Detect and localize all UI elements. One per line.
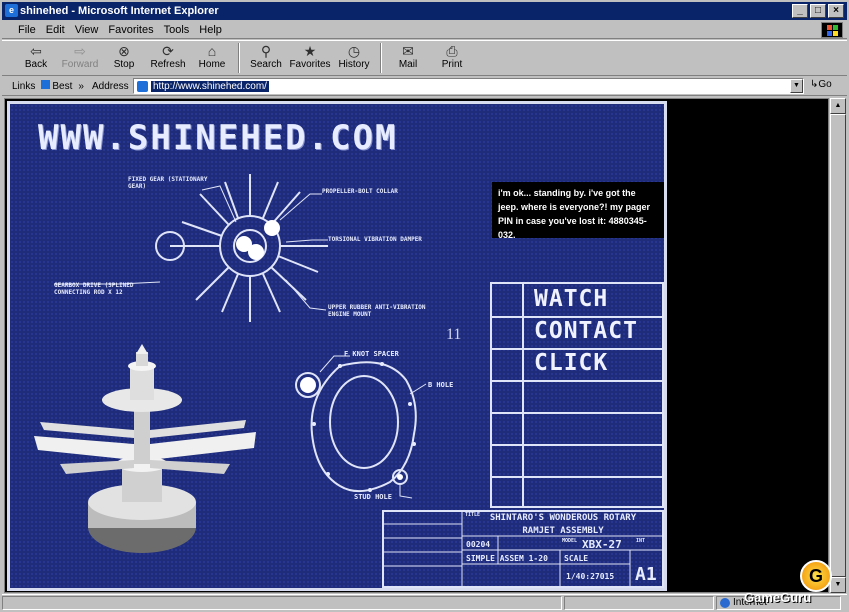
print-button[interactable]: ⎙ Print	[430, 41, 474, 75]
navigation-grid: WATCH CONTACT CLICK	[490, 282, 664, 508]
forward-arrow-icon: ⇨	[74, 43, 86, 59]
address-url[interactable]: http://www.shinehed.com/	[151, 80, 269, 92]
page-icon	[137, 80, 148, 92]
search-icon: ⚲	[260, 43, 272, 59]
favorites-button[interactable]: ★ Favorites	[288, 41, 332, 75]
links-bar: Links Best »	[2, 80, 88, 92]
address-dropdown-button[interactable]: ▼	[790, 79, 803, 93]
label-f-knot: F KNOT SPACER	[344, 350, 399, 358]
label-fixed-gear: FIXED GEAR (STATIONARY GEAR)	[128, 176, 208, 190]
refresh-icon: ⟳	[162, 43, 174, 59]
back-arrow-icon: ⇦	[30, 43, 42, 59]
nav-contact[interactable]: CONTACT	[534, 318, 638, 344]
blueprint-page: WWW.SHINEHED.COM FIXED GEAR (STATIONARY …	[7, 101, 667, 591]
window-title: shinehed - Microsoft Internet Explorer	[20, 5, 219, 17]
stop-button[interactable]: ⊗ Stop	[102, 41, 146, 75]
title-block-scale-label: SCALE	[564, 554, 589, 563]
menu-view[interactable]: View	[75, 24, 99, 36]
title-block-rev: INT	[636, 538, 646, 544]
toolbar-separator	[238, 43, 240, 73]
grid-line	[492, 444, 662, 446]
gameguru-watermark: GameGuru	[744, 590, 812, 605]
title-block-model-label: MODEL	[562, 538, 578, 544]
grid-line	[492, 412, 662, 414]
menu-edit[interactable]: Edit	[46, 24, 65, 36]
scroll-up-button[interactable]: ▲	[830, 98, 846, 114]
stop-icon: ⊗	[118, 43, 130, 59]
page-viewport: WWW.SHINEHED.COM FIXED GEAR (STATIONARY …	[4, 98, 829, 593]
minimize-button[interactable]: _	[792, 4, 808, 18]
gameguru-logo-icon: G	[800, 560, 832, 592]
go-button[interactable]: ↳Go	[810, 79, 832, 90]
history-button[interactable]: ◷ History	[332, 41, 376, 75]
address-input[interactable]: http://www.shinehed.com/ ▼	[133, 78, 804, 94]
history-icon: ◷	[347, 43, 361, 59]
grid-line	[492, 380, 662, 382]
title-block-sheet: A1	[635, 564, 657, 585]
page-number-label: 11	[446, 326, 462, 343]
menu-help[interactable]: Help	[199, 24, 222, 36]
label-b-hole: B HOLE	[428, 381, 454, 389]
toolbar-separator	[380, 43, 382, 73]
links-more[interactable]: »	[78, 81, 84, 92]
label-gearbox: GEARBOX DRIVE (SPLINED CONNECTING ROD X …	[54, 282, 134, 296]
links-label[interactable]: Links	[12, 81, 35, 92]
scroll-down-button[interactable]: ▼	[830, 577, 846, 593]
title-block-title-label: TITLE	[465, 512, 481, 518]
refresh-button[interactable]: ⟳ Refresh	[146, 41, 190, 75]
menu-favorites[interactable]: Favorites	[108, 24, 153, 36]
address-label: Address	[92, 80, 129, 92]
status-text	[2, 595, 562, 610]
menu-bar: File Edit View Favorites Tools Help	[2, 21, 847, 39]
mail-button[interactable]: ✉ Mail	[386, 41, 430, 75]
internet-globe-icon	[720, 597, 730, 608]
title-block-title: SHINTARO'S WONDEROUS ROTARY RAMJET ASSEM…	[489, 513, 637, 536]
windows-logo-icon	[821, 22, 843, 38]
ie-icon: e	[5, 4, 18, 17]
menu-tools[interactable]: Tools	[164, 24, 190, 36]
title-block-assembly: SIMPLE ASSEM 1-20	[466, 554, 548, 563]
status-message: i'm ok... standing by. i've got the jeep…	[492, 182, 664, 240]
grid-line	[492, 476, 662, 478]
engine-illustration	[34, 344, 256, 553]
favorites-icon: ★	[303, 43, 317, 59]
home-button[interactable]: ⌂ Home	[190, 41, 234, 75]
title-block-model: XBX-27	[582, 538, 622, 551]
page-icon	[41, 80, 51, 89]
back-button[interactable]: ⇦ Back	[14, 41, 58, 75]
print-icon: ⎙	[446, 43, 458, 59]
home-icon: ⌂	[207, 43, 217, 59]
status-bar: Internet	[2, 594, 847, 610]
title-block-scale: 1/40:27015	[566, 572, 615, 581]
title-bar: e shinehed - Microsoft Internet Explorer…	[2, 2, 847, 20]
search-button[interactable]: ⚲ Search	[244, 41, 288, 75]
close-button[interactable]: ×	[828, 4, 844, 18]
label-stud-hole: STUD HOLE	[354, 493, 392, 501]
label-upper-rubber: UPPER RUBBER ANTI-VIBRATION ENGINE MOUNT	[328, 304, 426, 318]
label-propeller: PROPELLER-BOLT COLLAR	[322, 188, 398, 195]
mail-icon: ✉	[402, 43, 414, 59]
menu-file[interactable]: File	[18, 24, 36, 36]
browser-window: e shinehed - Microsoft Internet Explorer…	[0, 0, 849, 612]
scroll-thumb[interactable]	[830, 114, 846, 577]
vertical-scrollbar[interactable]: ▲ ▼	[830, 98, 846, 593]
address-bar: Links Best » Address http://www.shinehed…	[2, 77, 847, 96]
nav-watch[interactable]: WATCH	[534, 286, 608, 312]
maximize-button[interactable]: □	[810, 4, 826, 18]
title-block-part-number: 00204	[466, 540, 491, 549]
best-link[interactable]: Best	[41, 80, 72, 92]
nav-click[interactable]: CLICK	[534, 350, 608, 376]
standard-toolbar: ⇦ Back ⇨ Forward ⊗ Stop ⟳ Refresh ⌂ Home ⚲ Sea…	[2, 40, 847, 76]
forward-button[interactable]: ⇨ Forward	[58, 41, 102, 75]
label-torsional: TORSIONAL VIBRATION DAMPER	[328, 236, 422, 243]
status-progress	[564, 595, 714, 610]
